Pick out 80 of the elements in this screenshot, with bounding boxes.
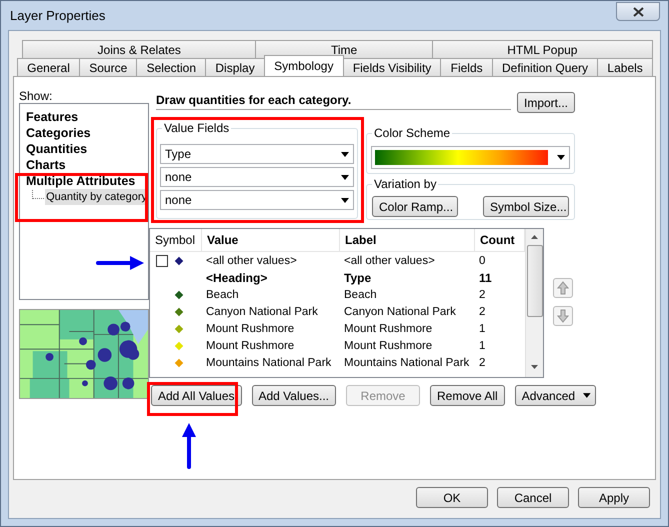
list-item[interactable]: Features <box>26 109 148 125</box>
group-label: Value Fields <box>162 122 232 135</box>
column-header[interactable]: Label <box>340 229 475 251</box>
scroll-thumb[interactable] <box>526 245 542 317</box>
up-arrow-icon <box>557 281 569 295</box>
dropdown-arrow-icon <box>341 174 349 180</box>
dialog-button[interactable]: OK <box>416 487 488 508</box>
table-cell-text: 2 <box>478 356 486 368</box>
close-icon <box>632 6 644 16</box>
table-cell-text: 2 <box>478 306 486 318</box>
checkbox[interactable] <box>156 254 168 266</box>
scrollbar[interactable] <box>525 229 543 377</box>
import-button[interactable]: Import... <box>517 92 575 113</box>
action-button[interactable]: Remove All <box>430 385 505 406</box>
advanced-menu-button[interactable]: Advanced <box>514 385 596 406</box>
pointer-arrow <box>181 421 197 469</box>
table-cell-text: Type <box>343 270 372 284</box>
group-label: Variation by <box>372 178 438 191</box>
action-button[interactable]: Add Values... <box>252 385 336 406</box>
down-arrow-icon <box>557 309 569 323</box>
variation-button[interactable]: Color Ramp... <box>372 196 458 217</box>
close-button[interactable] <box>616 2 660 21</box>
window-title: Layer Properties <box>10 8 106 23</box>
list-item[interactable]: Categories <box>26 125 148 141</box>
table-cell-text: <Heading> <box>205 270 268 284</box>
group-label: Color Scheme <box>372 127 452 140</box>
field-dropdown[interactable]: none <box>160 167 354 187</box>
tab[interactable]: Selection <box>136 58 206 76</box>
color-scheme-dropdown[interactable] <box>371 146 570 169</box>
dropdown-arrow-icon <box>341 198 349 202</box>
tab[interactable]: Symbology <box>264 55 344 76</box>
table-cell-text: Beach <box>343 288 378 300</box>
tab[interactable]: Fields Visibility <box>342 58 442 76</box>
table-cell-text: <all other values> <box>343 254 436 266</box>
dropdown-arrow-icon <box>583 393 591 398</box>
table-cell-text: Beach <box>205 288 240 300</box>
table-cell-text: 11 <box>478 270 493 284</box>
tab[interactable]: Labels <box>597 58 653 76</box>
tab[interactable]: Definition Query <box>492 58 598 76</box>
pointer-arrow <box>96 255 146 271</box>
list-item[interactable]: Quantity by category <box>45 189 148 205</box>
dialog-button[interactable]: Cancel <box>497 487 569 508</box>
table-cell-text: 2 <box>478 288 486 300</box>
tab[interactable]: Time <box>255 40 433 58</box>
tab[interactable]: Display <box>205 58 265 76</box>
table-cell-text: <all other values> <box>205 254 298 266</box>
table-cell-text: Canyon National Park <box>343 306 457 318</box>
show-label: Show: <box>19 90 54 102</box>
tab[interactable]: HTML Popup <box>432 40 654 58</box>
table-cell-text: 1 <box>478 322 486 334</box>
table-cell-text: 1 <box>478 340 486 352</box>
field-dropdown[interactable]: none <box>160 190 354 210</box>
table-cell-text: Mount Rushmore <box>343 322 434 334</box>
move-down-button[interactable] <box>553 306 573 326</box>
table-cell-text: Mount Rushmore <box>343 340 434 352</box>
table-cell-text: Mountains National Park <box>343 356 470 368</box>
table-cell-text: Mount Rushmore <box>205 340 296 352</box>
variation-button[interactable]: Symbol Size... <box>483 196 569 217</box>
tab[interactable]: Joins & Relates <box>22 40 256 58</box>
renderer-description: Draw quantities for each category. <box>156 90 511 110</box>
field-dropdown[interactable]: Type <box>160 144 354 164</box>
list-item[interactable]: Multiple Attributes <box>26 173 148 189</box>
column-header[interactable]: Value <box>202 229 340 251</box>
move-up-button[interactable] <box>553 278 573 298</box>
scroll-down-icon[interactable] <box>531 365 538 369</box>
list-item[interactable]: Charts <box>26 157 148 173</box>
tab[interactable]: Fields <box>440 58 493 76</box>
dropdown-arrow-icon <box>557 155 565 160</box>
list-item[interactable]: Quantities <box>26 141 148 157</box>
dropdown-arrow-icon <box>341 152 349 156</box>
dialog-button[interactable]: Apply <box>578 487 650 508</box>
scroll-up-icon[interactable] <box>531 235 538 239</box>
action-button[interactable]: Add All Values <box>151 385 242 406</box>
column-header[interactable]: Symbol <box>150 229 202 251</box>
table-cell-text: Canyon National Park <box>205 306 319 318</box>
table-cell-text: 0 <box>478 254 486 266</box>
tab[interactable]: Source <box>79 58 138 76</box>
table-cell-text: Mountains National Park <box>205 356 332 368</box>
table-cell-text: Mount Rushmore <box>205 322 296 334</box>
tab[interactable]: General <box>17 58 80 76</box>
